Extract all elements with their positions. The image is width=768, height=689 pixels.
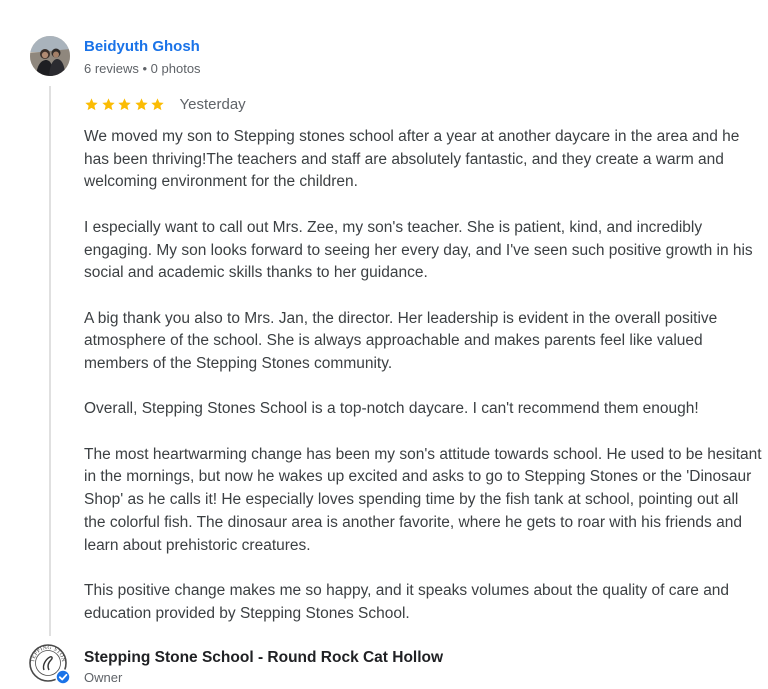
review-paragraph: The most heartwarming change has been my… [84, 445, 762, 554]
review-paragraph: I especially want to call out Mrs. Zee, … [84, 218, 753, 282]
review-text: We moved my son to Stepping stones schoo… [84, 126, 764, 648]
rating-row: Yesterday [84, 94, 246, 114]
profile-photo-icon [30, 36, 70, 76]
star-icon [101, 97, 115, 110]
owner-logo[interactable]: STEPPING STONE [28, 643, 74, 689]
review-paragraph: Overall, Stepping Stones School is a top… [84, 400, 699, 418]
thread-line [49, 86, 51, 636]
owner-role: Owner [84, 670, 123, 685]
reviewer-name[interactable]: Beidyuth Ghosh [84, 38, 200, 55]
star-icon [151, 97, 164, 110]
review-date: Yesterday [179, 95, 246, 113]
star-rating [84, 97, 167, 112]
star-icon [134, 97, 148, 110]
star-icon [85, 97, 98, 110]
owner-name[interactable]: Stepping Stone School - Round Rock Cat H… [84, 649, 443, 667]
star-icon [118, 97, 131, 110]
review-paragraph: We moved my son to Stepping stones schoo… [84, 128, 740, 191]
reviewer-avatar[interactable] [30, 36, 70, 76]
verified-check-icon [55, 669, 71, 685]
review-paragraph: A big thank you also to Mrs. Jan, the di… [84, 309, 718, 372]
review-paragraph: This positive change makes me so happy, … [84, 581, 730, 622]
review-card: Beidyuth Ghosh 6 reviews • 0 photos Yest… [0, 0, 768, 685]
reviewer-meta[interactable]: 6 reviews • 0 photos [84, 61, 201, 76]
